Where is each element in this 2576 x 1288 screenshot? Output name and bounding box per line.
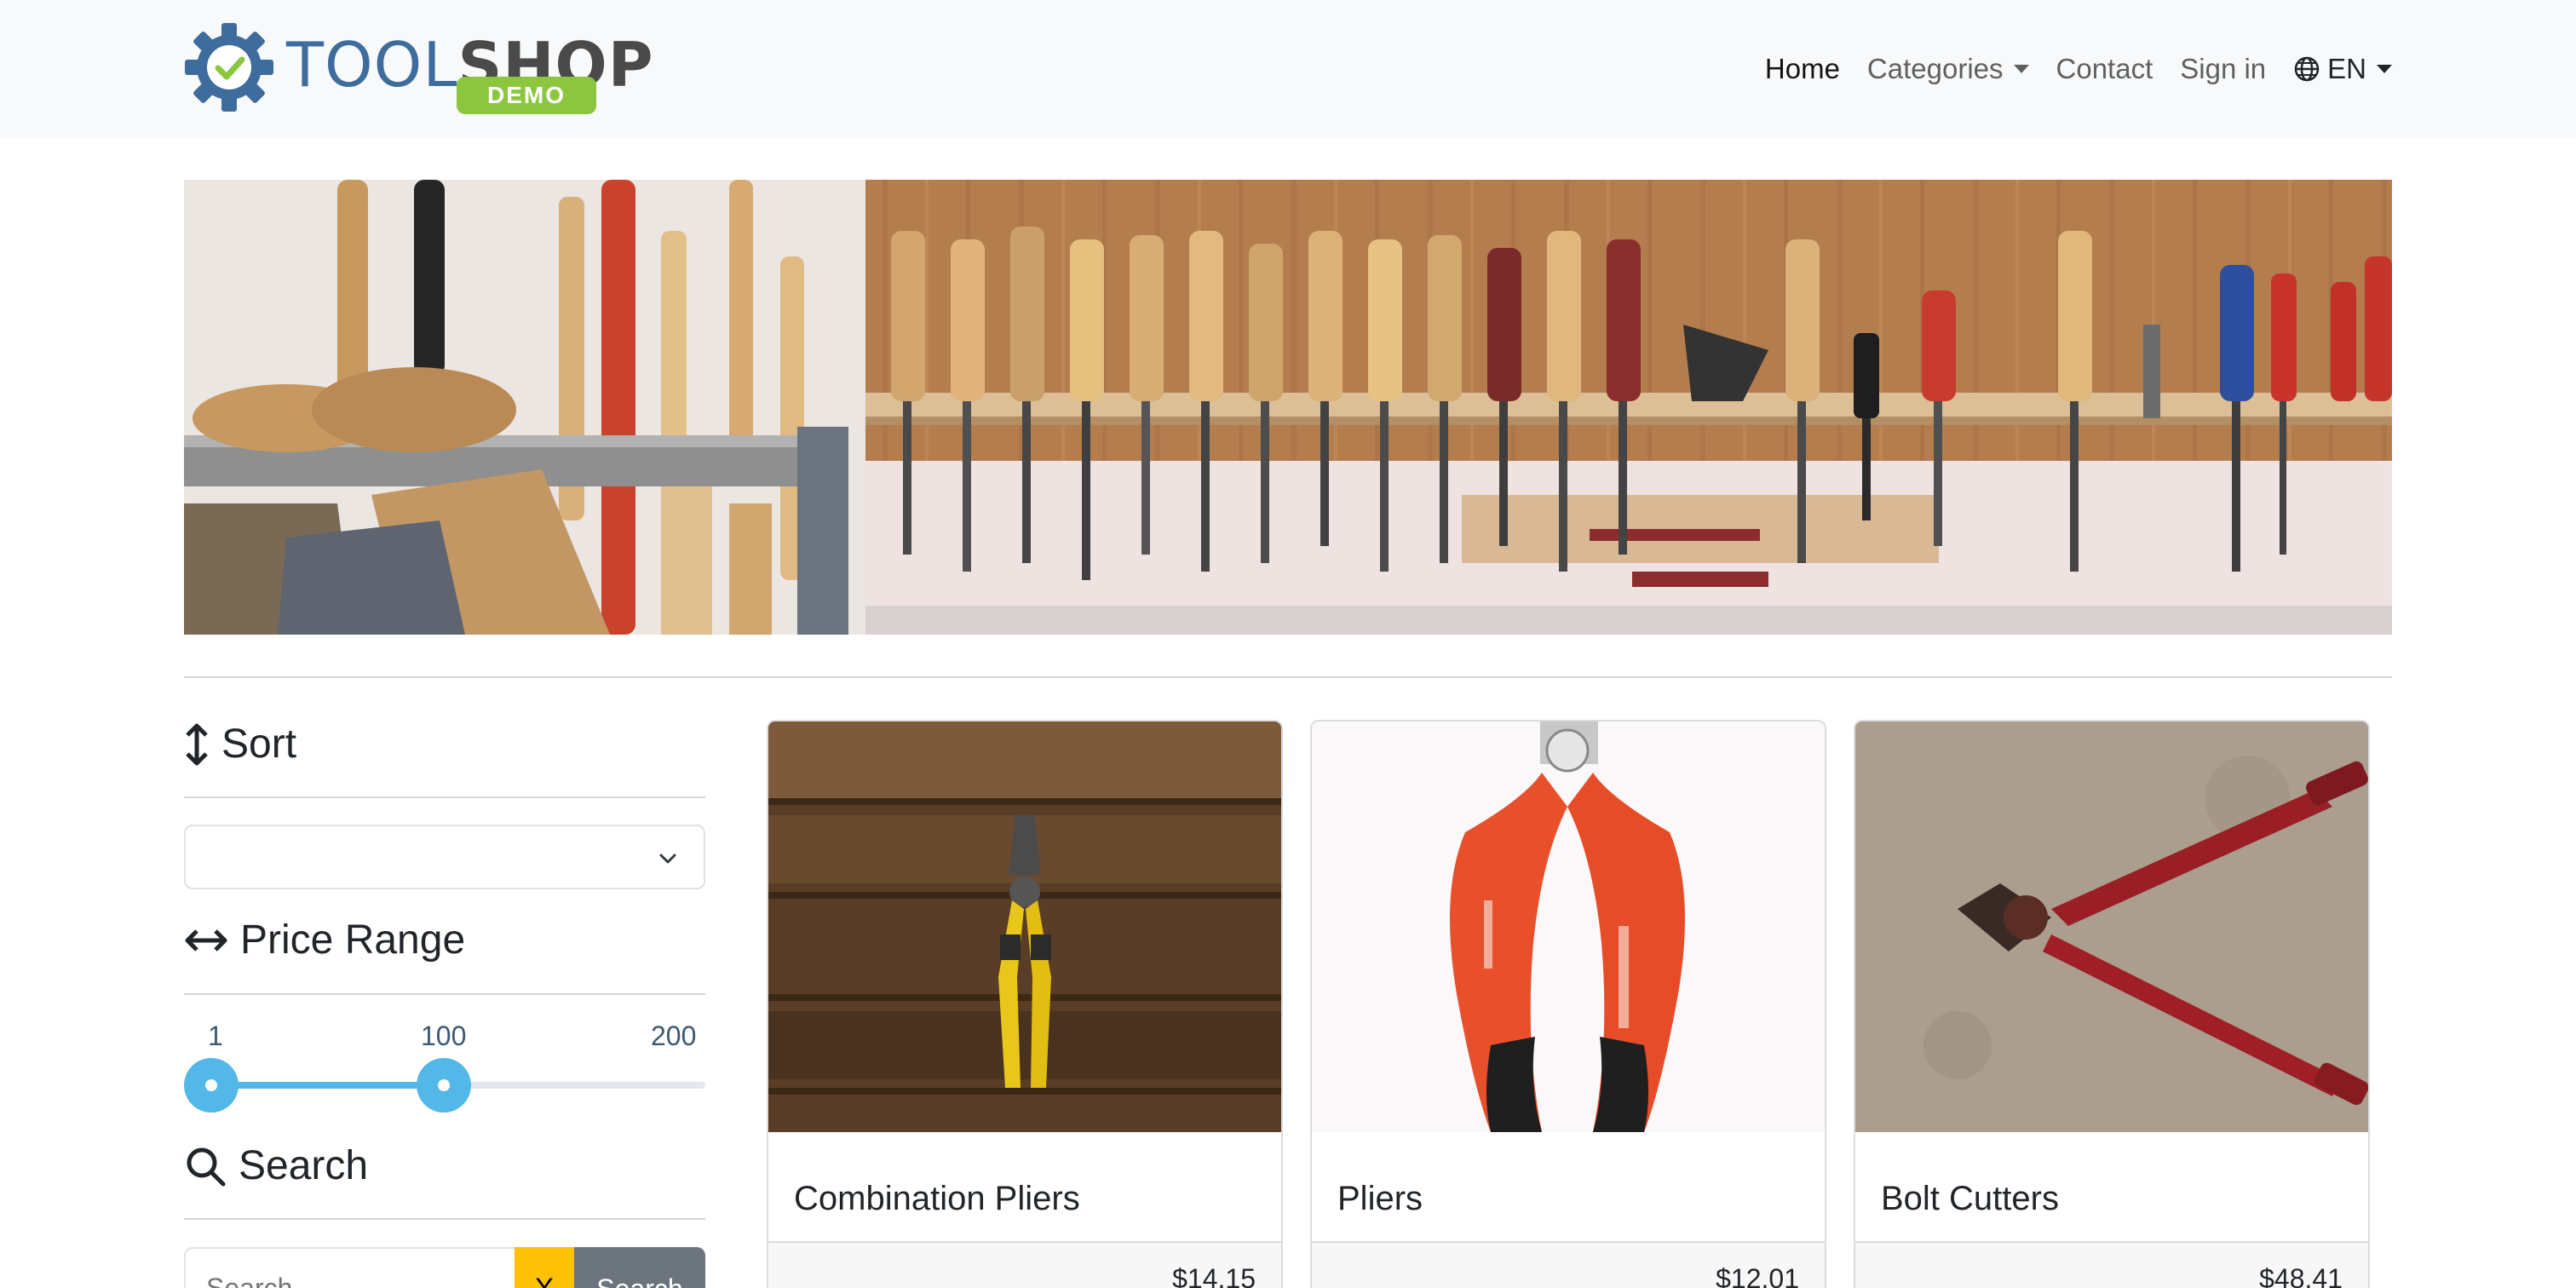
product-price: $12.01: [1716, 1263, 1799, 1288]
search-form: X Search: [184, 1247, 705, 1288]
nav-sign-in[interactable]: Sign in: [2166, 48, 2280, 90]
brand-demo-badge: DEMO: [457, 77, 596, 114]
vertical-arrows-icon: [186, 723, 208, 766]
gear-check-icon: [185, 23, 273, 112]
main-nav: Home Categories Contact Sign in EN: [1751, 48, 2392, 90]
price-slider-min-handle[interactable]: [184, 1058, 239, 1113]
chevron-down-icon: [2013, 65, 2029, 73]
horizontal-arrows-icon: [185, 929, 227, 952]
search-button[interactable]: Search: [574, 1247, 705, 1288]
product-card[interactable]: Bolt Cutters $48.41: [1854, 720, 2370, 1288]
price-range-rule: [184, 993, 705, 995]
language-selector[interactable]: EN: [2280, 48, 2392, 90]
section-divider: [184, 676, 2392, 678]
product-image-combination-pliers: [768, 722, 1281, 1132]
nav-contact[interactable]: Contact: [2043, 48, 2167, 90]
price-slider-max-handle[interactable]: [416, 1058, 471, 1113]
product-card[interactable]: Combination Pliers $14.15: [767, 720, 1283, 1288]
product-name: Pliers: [1337, 1180, 1423, 1217]
product-card-footer: $14.15: [768, 1241, 1281, 1288]
sort-rule: [184, 796, 705, 798]
clear-search-button[interactable]: X: [515, 1247, 574, 1288]
product-image-bolt-cutters: [1855, 722, 2368, 1132]
hero-banner-tools-image: [184, 180, 2392, 635]
product-card[interactable]: Pliers $12.01: [1310, 720, 1826, 1288]
search-icon: [187, 1147, 226, 1187]
search-heading: Search: [184, 1145, 368, 1187]
price-current-label: 100: [421, 1021, 467, 1051]
price-slider-selection: [211, 1082, 444, 1089]
globe-icon: [2294, 56, 2320, 82]
product-name: Bolt Cutters: [1881, 1180, 2059, 1217]
product-price: $14.15: [1172, 1263, 1256, 1288]
sort-select[interactable]: [184, 825, 705, 889]
navbar: TOOLSHOP DEMO Home Categories Contact Si…: [0, 0, 2576, 138]
price-max-label: 200: [651, 1021, 697, 1051]
nav-home[interactable]: Home: [1751, 48, 1854, 90]
product-price: $48.41: [2259, 1263, 2343, 1288]
search-input[interactable]: [184, 1247, 515, 1288]
sort-heading: Sort: [184, 722, 296, 767]
nav-categories-dropdown[interactable]: Categories: [1854, 48, 2043, 90]
chevron-down-icon: [659, 854, 676, 864]
product-card-footer: $48.41: [1855, 1241, 2368, 1288]
product-name: Combination Pliers: [794, 1180, 1080, 1217]
brand-logo[interactable]: TOOLSHOP DEMO: [182, 20, 653, 118]
product-image-pliers: [1312, 722, 1825, 1132]
price-range-heading: Price Range: [184, 920, 465, 961]
search-rule: [184, 1218, 705, 1220]
price-min-label: 1: [208, 1021, 223, 1051]
product-card-footer: $12.01: [1312, 1241, 1825, 1288]
chevron-down-icon: [2377, 65, 2392, 73]
